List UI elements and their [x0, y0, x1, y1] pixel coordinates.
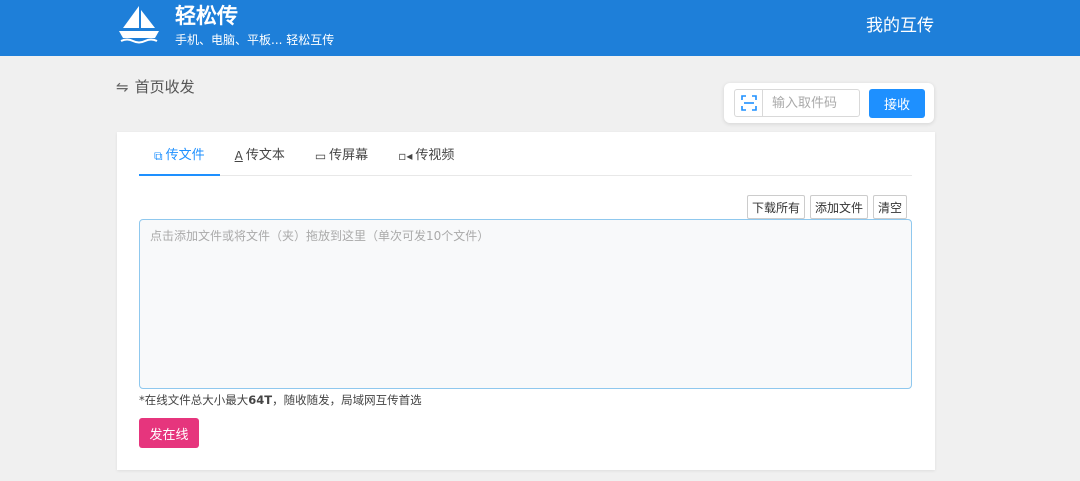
send-online-button[interactable]: 发在线: [139, 418, 199, 448]
clear-button[interactable]: 清空: [872, 195, 907, 219]
my-transfers-link[interactable]: 我的互传: [866, 15, 934, 37]
text-icon: A: [234, 149, 243, 163]
receive-panel: 接收: [724, 83, 934, 123]
file-icon: ⧉: [154, 149, 163, 163]
sailboat-icon[interactable]: [117, 4, 161, 44]
size-note: *在线文件总大小最大64T，随收随发，局域网互传首选: [139, 392, 422, 408]
tab-label: 传屏幕: [329, 148, 369, 163]
brand-title[interactable]: 轻松传: [175, 2, 238, 30]
tab-label: 传视频: [415, 148, 455, 163]
pickup-code-input[interactable]: [762, 89, 860, 117]
tab-send-video[interactable]: ▫◂ 传视频: [383, 144, 469, 176]
swap-icon: ⇋: [116, 78, 129, 96]
tab-send-screen[interactable]: ▭ 传屏幕: [300, 144, 383, 176]
transfer-card: ⧉ 传文件 A 传文本 ▭ 传屏幕 ▫◂ 传视频 下载所有 添加文件 清空 点击…: [117, 132, 935, 470]
scan-icon: [740, 95, 757, 111]
tab-label: 传文件: [165, 148, 205, 163]
breadcrumb: ⇋ 首页收发: [116, 77, 195, 97]
brand-tagline: 手机、电脑、平板... 轻松互传: [175, 33, 335, 47]
scan-button[interactable]: [734, 89, 762, 117]
file-dropzone[interactable]: 点击添加文件或将文件（夹）拖放到这里（单次可发10个文件）: [139, 219, 912, 389]
file-actions: 下载所有 添加文件 清空: [746, 195, 907, 219]
note-prefix: *在线文件总大小最大: [139, 393, 249, 407]
video-icon: ▫◂: [398, 149, 413, 163]
download-all-button[interactable]: 下载所有: [746, 195, 805, 219]
screen-icon: ▭: [314, 149, 327, 163]
top-bar: 轻松传 手机、电脑、平板... 轻松互传 我的互传: [0, 0, 1080, 56]
tab-send-file[interactable]: ⧉ 传文件: [139, 144, 220, 176]
add-files-button[interactable]: 添加文件: [809, 195, 868, 219]
breadcrumb-label: 首页收发: [134, 78, 195, 96]
receive-button[interactable]: 接收: [869, 89, 925, 118]
dropzone-hint: 点击添加文件或将文件（夹）拖放到这里（单次可发10个文件）: [150, 229, 490, 243]
note-size: 64T: [248, 393, 273, 407]
tab-bar: ⧉ 传文件 A 传文本 ▭ 传屏幕 ▫◂ 传视频: [139, 144, 912, 176]
note-suffix: ，随收随发，局域网互传首选: [272, 393, 422, 407]
tab-label: 传文本: [245, 148, 285, 163]
tab-send-text[interactable]: A 传文本: [220, 144, 300, 176]
